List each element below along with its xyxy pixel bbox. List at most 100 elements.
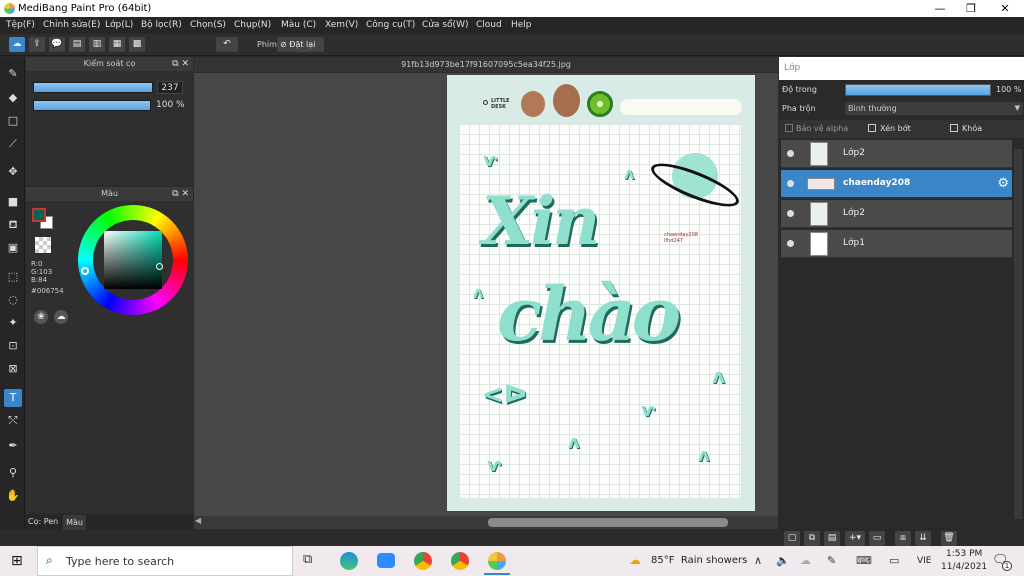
document-tab[interactable]: 91fb13d973be17f91607095c5ea34f25.jpg [194,57,778,72]
chat-icon[interactable]: 💬 [49,37,65,52]
visibility-icon[interactable] [787,180,794,187]
undo-icon[interactable]: ↶ [216,37,238,52]
keyboard-icon[interactable]: ⌨ [856,554,872,567]
menu-capture[interactable]: Chụp(N) [234,20,271,30]
fill-rect-tool-icon[interactable]: ■ [4,193,22,211]
menu-tools[interactable]: Công cụ(T) [366,20,415,30]
blend-mode-select[interactable]: Bình thường ▼ [845,102,1023,115]
operation-tool-icon[interactable]: ⤲ [4,412,22,430]
chrome-icon[interactable] [414,552,432,570]
visibility-icon[interactable] [787,240,794,247]
select-eraser-tool-icon[interactable]: ⊠ [4,360,22,378]
clock-time[interactable]: 1:53 PM [946,549,982,559]
hand-tool-icon[interactable]: ✋ [4,487,22,505]
duplicate-layer-icon[interactable]: ⧉ [804,531,820,546]
reset-button[interactable]: ⊘ Đặt lại [277,37,324,52]
clock-date[interactable]: 11/4/2021 [941,562,987,572]
color-picker-handle[interactable] [156,263,163,270]
text-tool-icon[interactable]: T [4,389,22,407]
panel-close-icon[interactable]: ⧉ ✕ [172,187,189,201]
transparent-swatch[interactable] [35,237,51,253]
minimize-button[interactable]: — [925,0,955,17]
close-button[interactable]: ✕ [990,0,1020,17]
language-indicator[interactable]: VIE [917,556,932,566]
menu-view[interactable]: Xem(V) [325,20,358,30]
horizontal-scrollbar[interactable]: ◀ [194,516,778,529]
menu-select[interactable]: Chọn(S) [190,20,226,30]
brush-tool-icon[interactable]: ✎ [4,65,22,83]
brush-size-value[interactable]: 237 [157,81,183,94]
taskbar-search[interactable]: ⌕ Type here to search [37,546,293,576]
move-tool-icon[interactable]: ✥ [4,163,22,181]
task-view-icon[interactable]: ⧉ [303,552,312,567]
volume-icon[interactable]: 🔈 [776,554,790,567]
scroll-left-icon[interactable]: ◀ [195,516,201,525]
windows-start-icon[interactable]: ⊞ [11,553,23,569]
tab-color[interactable]: Màu [63,515,86,530]
rect-select-tool-icon[interactable]: □ [4,112,22,130]
medibang-taskbar-icon[interactable] [488,552,506,570]
dropper-tool-icon[interactable]: ✒ [4,437,22,455]
palette-cloud-icon[interactable]: ☁ [54,310,68,324]
line-tool-icon[interactable]: ⟋ [4,135,22,153]
grid-icon[interactable]: ▦ [109,37,125,52]
new-raster-icon[interactable]: ▤ [824,531,840,546]
menu-layer[interactable]: Lớp(L) [105,20,133,30]
marquee-tool-icon[interactable]: ⬚ [4,268,22,286]
layer-opacity-slider[interactable] [845,84,991,96]
merge-icon[interactable]: ⇊ [915,531,931,546]
lasso-tool-icon[interactable]: ◌ [4,291,22,309]
foreground-color-swatch[interactable] [32,208,46,222]
gradient-tool-icon[interactable]: ▣ [4,239,22,257]
new-layer-icon[interactable]: ▢ [784,531,800,546]
select-pen-tool-icon[interactable]: ⊡ [4,337,22,355]
brush-opacity-slider[interactable] [33,100,151,111]
layers-scrollbar[interactable] [1014,149,1022,519]
comment-icon[interactable]: ▤ [69,37,85,52]
clipping-checkbox[interactable] [868,124,876,132]
delete-layer-icon[interactable]: 🗑 [941,531,957,546]
menu-file[interactable]: Tệp(F) [6,20,35,30]
brush-size-slider[interactable] [33,82,153,93]
display-icon[interactable]: ▭ [889,554,899,567]
add-layer-menu-icon[interactable]: +▾ [845,531,865,546]
weather-text[interactable]: 85°F Rain showers [651,555,747,566]
menu-edit[interactable]: Chỉnh sửa(E) [43,20,100,30]
page-icon[interactable]: ▥ [89,37,105,52]
share-icon[interactable]: ⇪ [29,37,45,52]
saturation-value-square[interactable] [104,231,162,289]
tray-chevron-icon[interactable]: ∧ [754,554,762,567]
cloud-icon[interactable]: ☁ [9,37,25,52]
bucket-tool-icon[interactable]: ⛾ [4,216,22,234]
menu-help[interactable]: Help [511,20,532,30]
layer-row[interactable]: Lớp2 [781,140,1012,168]
visibility-icon[interactable] [787,210,794,217]
onedrive-icon[interactable]: ☁ [800,554,811,567]
tab-brush[interactable]: Cọ: Pen [28,517,58,526]
menu-window[interactable]: Cửa sổ(W) [422,20,468,30]
maximize-button[interactable]: ❐ [956,0,986,17]
pen-icon[interactable]: ✎ [827,554,836,567]
menu-filter[interactable]: Bộ lọc(R) [141,20,182,30]
hue-ring[interactable] [78,205,188,315]
layer-row-selected[interactable]: chaenday208 ⚙ [781,170,1012,198]
zoom-icon[interactable] [377,553,395,568]
folder-icon[interactable]: ▭ [869,531,885,546]
eyedropper-tool-icon[interactable]: ⚲ [4,464,22,482]
magic-wand-tool-icon[interactable]: ✦ [4,314,22,332]
hue-handle[interactable] [81,267,89,275]
palette-icon[interactable]: ❀ [34,310,48,324]
chrome-profile-icon[interactable] [451,552,469,570]
menu-color[interactable]: Màu (C) [281,20,316,30]
visibility-icon[interactable] [787,150,794,157]
tiles-icon[interactable]: ▩ [129,37,145,52]
fg-bg-swatch[interactable] [32,208,54,230]
panel-close-icon[interactable]: ⧉ ✕ [172,57,189,71]
layer-row[interactable]: Lớp1 [781,230,1012,258]
menu-cloud[interactable]: Cloud [476,20,502,30]
eraser-tool-icon[interactable]: ◆ [4,89,22,107]
layer-row[interactable]: Lớp2 [781,200,1012,228]
horizontal-scroll-thumb[interactable] [488,518,728,527]
gear-icon[interactable]: ⚙ [997,176,1009,191]
lock-checkbox[interactable] [950,124,958,132]
